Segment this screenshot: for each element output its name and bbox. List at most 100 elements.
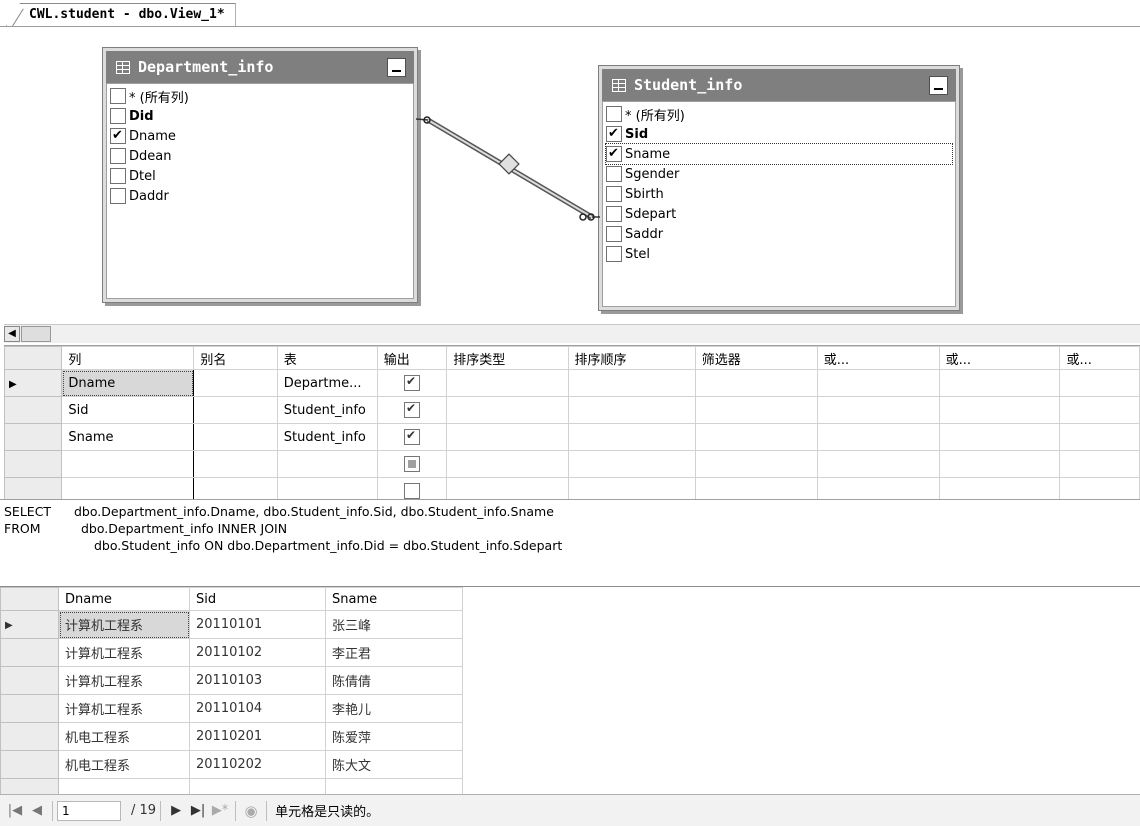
last-record-icon[interactable]: ▶|: [187, 803, 209, 818]
column-checkbox[interactable]: [110, 128, 126, 144]
new-record-icon[interactable]: ▶*: [209, 803, 231, 818]
row-header[interactable]: [4, 396, 63, 424]
minimize-button[interactable]: [387, 58, 406, 77]
output-cell[interactable]: [376, 369, 448, 397]
or-cell[interactable]: [1059, 423, 1140, 451]
column-cell[interactable]: Sid: [61, 396, 195, 424]
or-cell[interactable]: [938, 477, 1061, 499]
next-record-icon[interactable]: ▶: [165, 803, 187, 818]
previous-record-icon[interactable]: ◀: [26, 803, 48, 818]
table-cell[interactable]: Student_info: [276, 423, 378, 451]
current-row-indicator[interactable]: ▶: [0, 610, 59, 639]
result-cell[interactable]: 20110102: [189, 638, 326, 667]
sort-type-cell[interactable]: [446, 369, 569, 397]
result-cell[interactable]: 陈爱萍: [325, 722, 463, 751]
column-checkbox[interactable]: [110, 108, 126, 124]
column-header[interactable]: Sname: [325, 587, 463, 611]
sort-type-cell[interactable]: [446, 396, 569, 424]
or-cell[interactable]: [816, 396, 940, 424]
sort-order-cell[interactable]: [567, 369, 696, 397]
column-header[interactable]: 排序顺序: [567, 346, 696, 370]
column-header[interactable]: 别名: [193, 346, 278, 370]
result-row[interactable]: 计算机工程系 20110103 陈倩倩: [0, 666, 463, 695]
column-cell[interactable]: [61, 450, 195, 478]
table-cell[interactable]: [276, 477, 378, 499]
column-checkbox[interactable]: [606, 206, 622, 222]
column-row[interactable]: Sbirth: [606, 184, 664, 204]
column-checkbox[interactable]: [606, 126, 622, 142]
alias-cell[interactable]: [193, 369, 278, 397]
table-cell[interactable]: Student_info: [276, 396, 378, 424]
output-cell[interactable]: [376, 396, 448, 424]
or-cell[interactable]: [816, 477, 940, 499]
column-header[interactable]: 或...: [1059, 346, 1140, 370]
result-row[interactable]: 计算机工程系 20110104 李艳儿: [0, 694, 463, 723]
result-cell[interactable]: 计算机工程系: [58, 694, 190, 723]
current-row-indicator[interactable]: ▶: [4, 369, 63, 397]
column-row[interactable]: Stel: [606, 244, 650, 264]
output-cell[interactable]: [376, 477, 448, 499]
criteria-row[interactable]: ▶ Dname Departme...: [4, 369, 1140, 397]
result-cell[interactable]: 20110201: [189, 722, 326, 751]
sort-order-cell[interactable]: [567, 477, 696, 499]
output-cell[interactable]: [376, 450, 448, 478]
column-checkbox[interactable]: [110, 88, 126, 104]
sort-type-cell[interactable]: [446, 423, 569, 451]
row-header[interactable]: [0, 778, 59, 794]
result-row-partial[interactable]: [0, 778, 463, 794]
row-header[interactable]: [0, 750, 59, 779]
column-checkbox[interactable]: [606, 246, 622, 262]
sort-type-cell[interactable]: [446, 477, 569, 499]
diagram-pane[interactable]: Department_info * (所有列) Did Dname Ddean: [0, 27, 1140, 323]
column-header[interactable]: 列: [61, 346, 195, 370]
column-row[interactable]: Ddean: [110, 146, 171, 166]
student-table-box[interactable]: Student_info * (所有列) Sid Sname Sgender: [598, 65, 960, 311]
table-cell[interactable]: [276, 450, 378, 478]
result-cell[interactable]: 计算机工程系: [58, 666, 190, 695]
result-cell[interactable]: 张三峰: [325, 610, 463, 639]
column-row[interactable]: Saddr: [606, 224, 663, 244]
column-checkbox[interactable]: [606, 186, 622, 202]
column-checkbox[interactable]: [606, 226, 622, 242]
result-cell[interactable]: 机电工程系: [58, 750, 190, 779]
document-tab[interactable]: CWL.student - dbo.View_1*: [6, 3, 236, 26]
row-header[interactable]: [0, 694, 59, 723]
current-record-input[interactable]: 1: [57, 800, 121, 821]
column-row[interactable]: Dtel: [110, 166, 156, 186]
column-header[interactable]: Dname: [58, 587, 190, 611]
column-row[interactable]: * (所有列): [110, 86, 189, 106]
or-cell[interactable]: [816, 423, 940, 451]
column-header[interactable]: 或...: [816, 346, 940, 370]
or-cell[interactable]: [938, 450, 1061, 478]
alias-cell[interactable]: [193, 450, 278, 478]
column-row[interactable]: Sname: [605, 143, 953, 165]
column-header[interactable]: 表: [276, 346, 378, 370]
column-checkbox[interactable]: [110, 188, 126, 204]
or-cell[interactable]: [938, 396, 1061, 424]
column-header[interactable]: Sid: [189, 587, 326, 611]
column-checkbox[interactable]: [606, 106, 622, 122]
column-header[interactable]: 排序类型: [446, 346, 569, 370]
or-cell[interactable]: [1059, 369, 1140, 397]
criteria-row-new[interactable]: [4, 450, 1140, 478]
sort-type-cell[interactable]: [446, 450, 569, 478]
or-cell[interactable]: [938, 369, 1061, 397]
or-cell[interactable]: [1059, 396, 1140, 424]
output-checkbox[interactable]: [404, 483, 420, 499]
row-header[interactable]: [4, 477, 63, 499]
student-table-title-bar[interactable]: Student_info: [602, 69, 956, 101]
result-cell[interactable]: 李艳儿: [325, 694, 463, 723]
filter-cell[interactable]: [694, 423, 818, 451]
alias-cell[interactable]: [193, 423, 278, 451]
column-checkbox[interactable]: [606, 146, 622, 162]
column-row[interactable]: Sid: [606, 124, 648, 144]
column-row[interactable]: Dname: [110, 126, 176, 146]
row-header[interactable]: [0, 666, 59, 695]
criteria-row[interactable]: Sname Student_info: [4, 423, 1140, 451]
output-checkbox[interactable]: [404, 374, 420, 391]
filter-cell[interactable]: [694, 369, 818, 397]
stop-icon[interactable]: ◉: [240, 802, 262, 820]
sort-order-cell[interactable]: [567, 423, 696, 451]
result-row[interactable]: 机电工程系 20110201 陈爱萍: [0, 722, 463, 751]
result-cell[interactable]: 20110202: [189, 750, 326, 779]
